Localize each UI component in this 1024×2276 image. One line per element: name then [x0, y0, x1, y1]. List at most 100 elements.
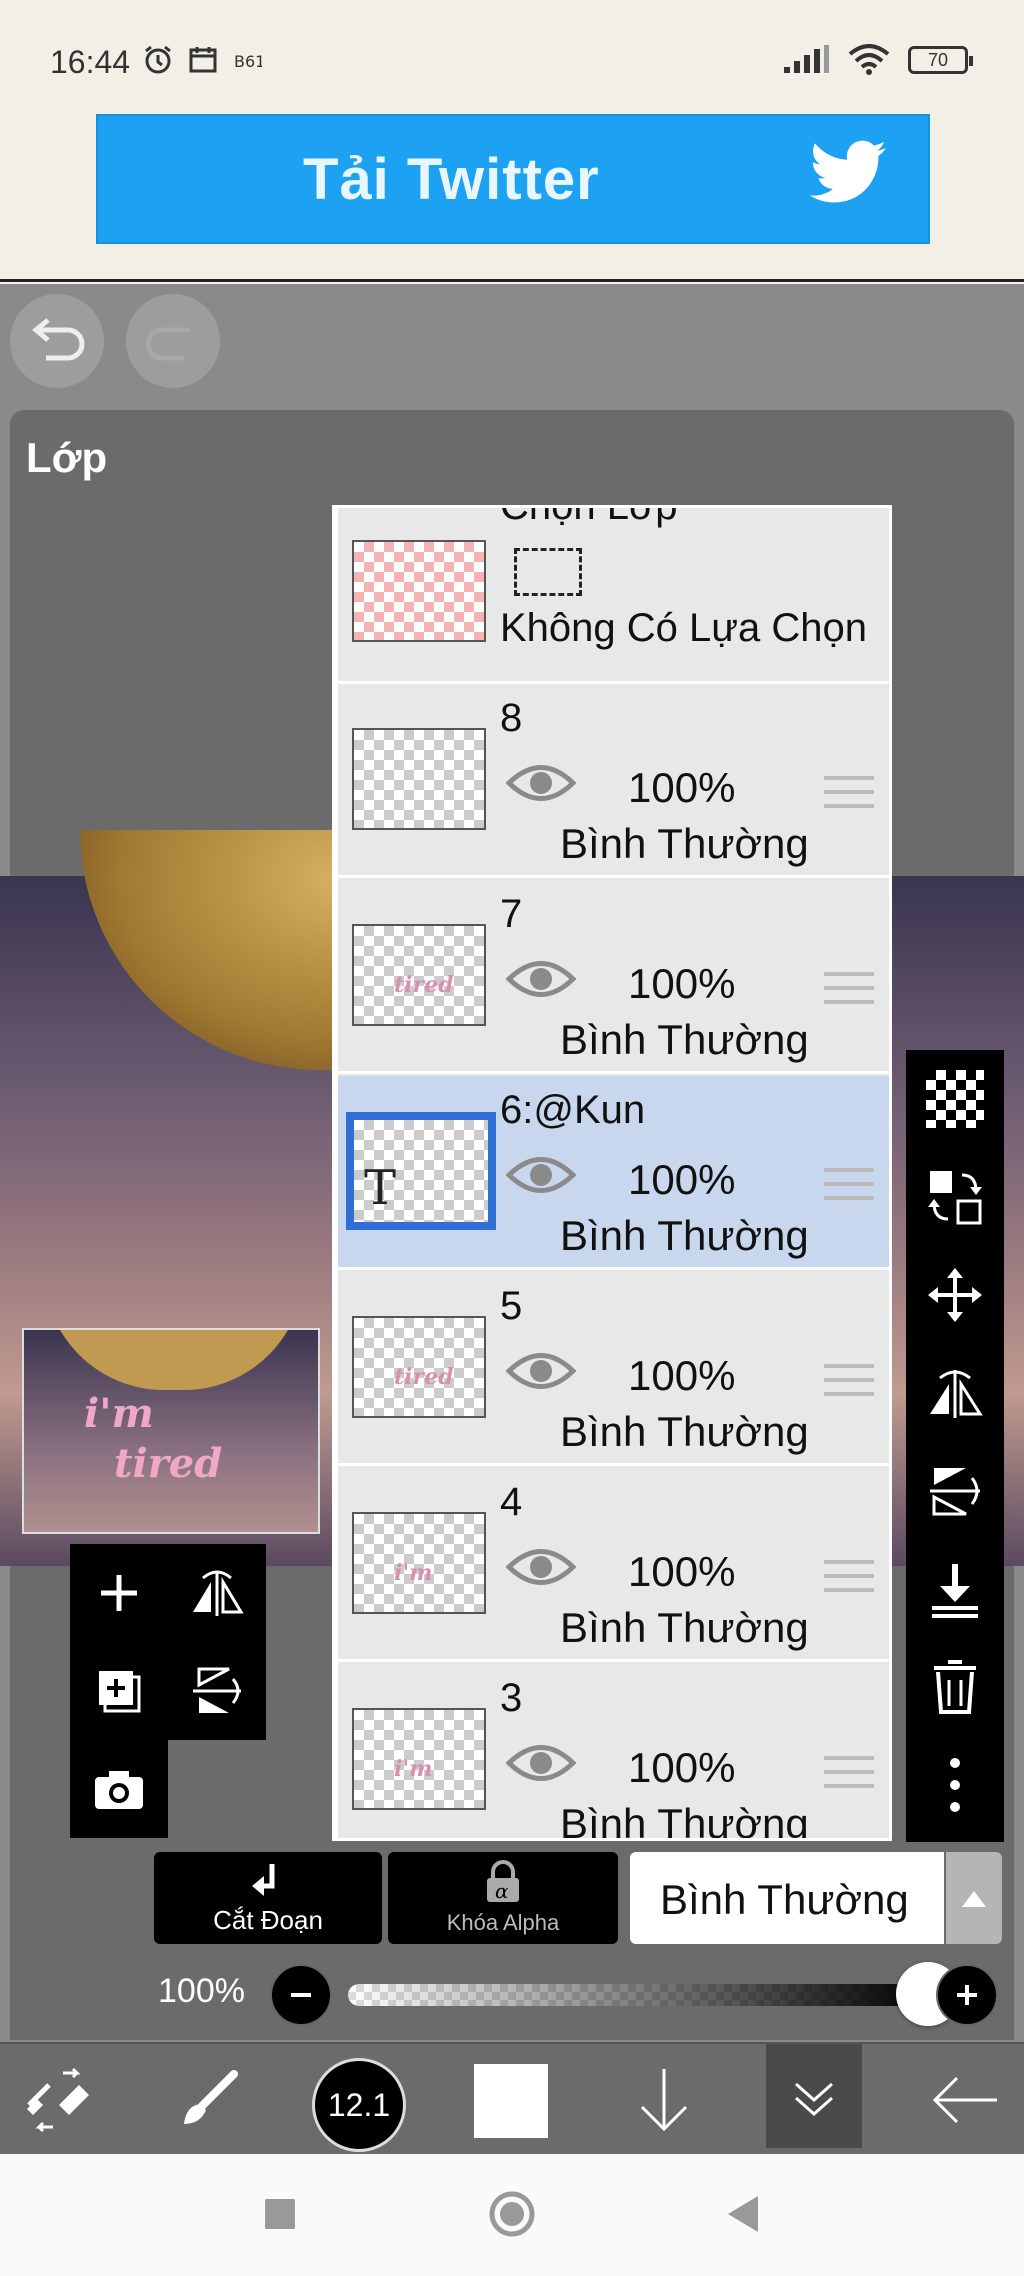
layer-row[interactable]: tired 5 100% Bình Thường — [338, 1272, 889, 1466]
svg-text:B612: B612 — [234, 52, 262, 71]
selection-marquee-icon — [514, 548, 582, 596]
add-layer-button[interactable] — [70, 1544, 168, 1642]
brush-tool-button[interactable] — [160, 2044, 256, 2156]
redo-button[interactable] — [126, 294, 220, 388]
nav-recents-button[interactable] — [250, 2184, 310, 2244]
drag-handle-icon[interactable] — [824, 1364, 874, 1406]
canvas-thumbnail[interactable]: i'm tired — [22, 1328, 320, 1534]
layer-thumbnail[interactable] — [352, 728, 486, 830]
layer-thumbnail[interactable]: T — [346, 1112, 496, 1230]
thumbnail-planet — [44, 1330, 304, 1390]
drag-handle-icon[interactable] — [824, 1756, 874, 1798]
arrow-down-button[interactable] — [616, 2044, 712, 2156]
visibility-eye-icon[interactable] — [505, 956, 577, 1007]
nav-home-button[interactable] — [482, 2184, 542, 2244]
layers-toggle-button[interactable] — [766, 2044, 862, 2148]
opacity-decrease-button[interactable] — [270, 1964, 332, 2026]
more-options-button[interactable] — [906, 1736, 1004, 1834]
camera-button[interactable] — [70, 1740, 168, 1838]
triangle-back-icon — [728, 2196, 758, 2232]
flip-horizontal-button[interactable] — [168, 1544, 266, 1642]
flip-horizontal-layer-button[interactable] — [906, 1344, 1004, 1442]
swap-layer-button[interactable] — [906, 1148, 1004, 1246]
square-icon — [265, 2199, 295, 2229]
layer-opacity: 100% — [628, 1744, 736, 1791]
double-chevron-down-icon — [795, 2082, 833, 2117]
calendar-icon — [189, 47, 217, 73]
clipping-button[interactable]: Cắt Đoạn — [154, 1852, 382, 1944]
layer-blend-mode: Bình Thường — [560, 1604, 809, 1651]
alarm-icon — [145, 45, 171, 74]
checkerboard-icon — [926, 1070, 984, 1128]
flip-horizontal-icon — [193, 1570, 244, 1616]
drag-handle-icon[interactable] — [824, 1168, 874, 1210]
clip-arrow-icon — [252, 1864, 275, 1896]
panel-title: Lớp — [26, 434, 108, 481]
clipping-label: Cắt Đoạn — [213, 1905, 323, 1935]
delete-layer-button[interactable] — [906, 1638, 1004, 1736]
visibility-eye-icon[interactable] — [505, 1740, 577, 1791]
tool-switch-button[interactable] — [10, 2044, 106, 2156]
ad-banner[interactable]: Tải Twitter — [96, 114, 930, 244]
camera-icon — [95, 1771, 143, 1809]
brush-eraser-switch-icon — [27, 2067, 89, 2133]
opacity-slider-track[interactable] — [348, 1984, 928, 2006]
layer-row[interactable]: tired 7 100% Bình Thường — [338, 880, 889, 1074]
blend-mode-select[interactable]: Bình Thường — [630, 1852, 944, 1944]
caret-up-icon — [962, 1891, 986, 1907]
visibility-eye-icon[interactable] — [505, 1544, 577, 1595]
twitter-bird-icon — [809, 140, 886, 203]
undo-button[interactable] — [10, 294, 104, 388]
drag-handle-icon[interactable] — [824, 1560, 874, 1602]
layer-blend-mode: Bình Thường — [560, 820, 809, 867]
blend-mode-dropdown-button[interactable] — [946, 1852, 1002, 1944]
lock-icon: α — [487, 1860, 519, 1903]
drag-handle-icon[interactable] — [824, 972, 874, 1014]
layer-blend-mode: Bình Thường — [560, 1800, 809, 1841]
layer-row[interactable]: T 6:@Kun 100% Bình Thường — [338, 1076, 889, 1270]
layer-opacity: 100% — [628, 1156, 736, 1203]
layer-thumbnail[interactable]: tired — [352, 1316, 486, 1418]
back-button[interactable] — [918, 2044, 1014, 2156]
color-swatch-button[interactable] — [474, 2064, 548, 2138]
visibility-eye-icon[interactable] — [505, 1348, 577, 1399]
alpha-lock-button[interactable]: α Khóa Alpha — [388, 1852, 618, 1944]
flip-vertical-button[interactable] — [168, 1642, 266, 1740]
opacity-increase-button[interactable] — [936, 1964, 998, 2026]
thumbnail-text-1: i'm — [84, 1390, 154, 1437]
flip-horizontal-icon — [930, 1370, 983, 1418]
drag-handle-icon[interactable] — [824, 776, 874, 818]
layer-row[interactable]: i'm 4 100% Bình Thường — [338, 1468, 889, 1662]
app-icon: B612 — [234, 52, 262, 71]
layer-thumbnail[interactable]: i'm — [352, 1512, 486, 1614]
flip-vertical-layer-button[interactable] — [906, 1442, 1004, 1540]
status-bar: 16:44 B612 70 — [0, 0, 1024, 110]
selection-layer-title: Chọn Lớp — [500, 505, 678, 528]
add-layer-copy-button[interactable] — [70, 1642, 168, 1740]
layer-list[interactable]: Chọn Lớp Không Có Lựa Chọn 8 100% Bình Thư… — [332, 505, 892, 1841]
layer-thumbnail[interactable]: tired — [352, 924, 486, 1026]
layer-row[interactable]: i'm 3 100% Bình Thường — [338, 1664, 889, 1841]
merge-down-button[interactable] — [906, 1540, 1004, 1638]
layer-opacity: 100% — [628, 960, 736, 1007]
layer-list-inner: Chọn Lớp Không Có Lựa Chọn 8 100% Bình Thư… — [338, 505, 889, 1841]
nav-back-button[interactable] — [712, 2184, 772, 2244]
alpha-lock-label: Khóa Alpha — [446, 1910, 560, 1935]
thumbnail-text-2: tired — [114, 1440, 223, 1487]
brush-size-value: 12.1 — [327, 2086, 391, 2123]
plus-icon — [957, 1985, 977, 2005]
visibility-eye-icon[interactable] — [505, 1152, 577, 1203]
move-icon — [928, 1268, 982, 1322]
brush-size-button[interactable]: 12.1 — [312, 2058, 406, 2152]
visibility-eye-icon[interactable] — [505, 760, 577, 811]
layer-row[interactable]: 8 100% Bình Thường — [338, 684, 889, 878]
layer-name: 5 — [500, 1284, 523, 1328]
selection-layer-row[interactable]: Chọn Lớp Không Có Lựa Chọn — [338, 505, 889, 684]
wifi-icon — [848, 44, 890, 75]
transparency-button[interactable] — [906, 1050, 1004, 1148]
move-button[interactable] — [906, 1246, 1004, 1344]
layer-thumbnail[interactable]: i'm — [352, 1708, 486, 1810]
layer-name: 6:@Kun — [500, 1088, 646, 1132]
ad-text: Tải Twitter — [303, 147, 600, 212]
flip-vertical-icon — [930, 1468, 980, 1516]
